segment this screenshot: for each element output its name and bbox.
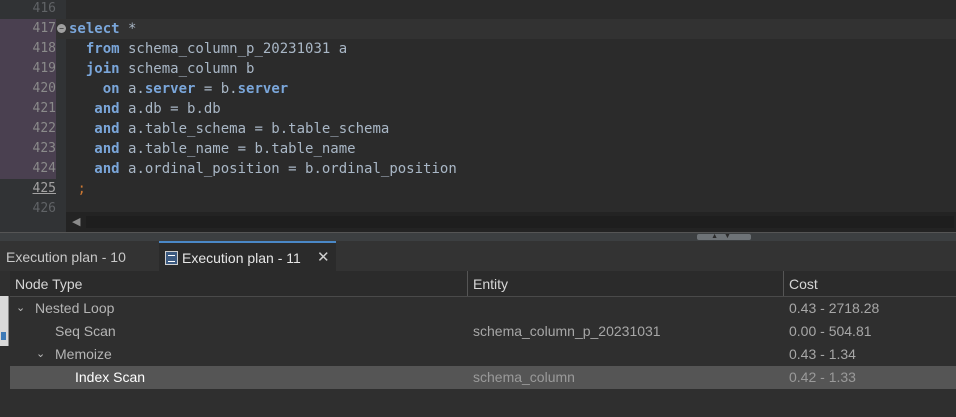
sql-keyword: and <box>94 161 120 177</box>
execution-plan-table: Node Type Entity Cost ⌄ Nested Loop 0.43 -… <box>0 271 956 417</box>
code-text: and a.ordinal_position = b.ordinal_posit… <box>69 159 457 179</box>
sql-keyword: and <box>94 141 120 157</box>
sql-keyword: join <box>85 61 120 77</box>
tab-label: Execution plan - 11 <box>182 250 301 266</box>
code-token: a.db = b.db <box>119 101 221 117</box>
scrollbar-thumb[interactable] <box>86 216 954 228</box>
sql-keyword: select <box>69 21 120 37</box>
table-header: Node Type Entity Cost <box>10 271 956 297</box>
line-number: 421 <box>0 99 56 119</box>
line-number: 417 <box>0 19 56 39</box>
cost-cell: 0.42 - 1.33 <box>789 369 856 385</box>
code-token: = b. <box>195 81 238 97</box>
sql-field: server <box>237 81 289 97</box>
cost-cell: 0.00 - 504.81 <box>789 323 872 339</box>
sql-keyword: on <box>102 81 120 97</box>
code-text: select * <box>69 19 136 39</box>
editor-horizontal-scrollbar[interactable]: ◀ <box>66 212 956 232</box>
line-number: 418 <box>0 39 56 59</box>
node-type-cell: Seq Scan <box>55 323 116 339</box>
sql-field: server <box>144 81 196 97</box>
line-number: 419 <box>0 59 56 79</box>
column-header-entity[interactable]: Entity <box>468 271 784 296</box>
cost-cell: 0.43 - 2718.28 <box>789 300 880 316</box>
code-line[interactable]: 424 and a.ordinal_position = b.ordinal_p… <box>0 159 956 179</box>
code-line[interactable]: 425 ; <box>0 179 956 199</box>
table-row[interactable]: Seq Scan schema_column_p_20231031 0.00 - 5… <box>10 320 956 343</box>
line-number: 424 <box>0 159 56 179</box>
column-header-node-type[interactable]: Node Type <box>10 271 468 296</box>
code-token: schema_column b <box>119 61 255 77</box>
sql-keyword: and <box>94 101 120 117</box>
code-line[interactable]: 422 and a.table_schema = b.table_schema <box>0 119 956 139</box>
cost-cell: 0.43 - 1.34 <box>789 346 856 362</box>
line-number: 416 <box>32 1 56 16</box>
table-row[interactable]: Index Scan schema_column 0.42 - 1.33 <box>10 366 956 389</box>
line-number: 422 <box>0 119 56 139</box>
node-type-cell: Memoize <box>55 346 112 362</box>
result-tab-bar: Execution plan - 10 Execution plan - 11 … <box>0 241 956 271</box>
splitter-grip-icon[interactable]: ▲▼ <box>697 233 751 240</box>
tab-execution-plan-10[interactable]: Execution plan - 10 <box>6 241 126 271</box>
table-row[interactable]: ⌄ Memoize 0.43 - 1.34 <box>10 343 956 366</box>
code-line[interactable]: 417− select * <box>0 19 956 39</box>
entity-cell: schema_column_p_20231031 <box>473 323 661 339</box>
code-line[interactable]: 423 and a.table_name = b.table_name <box>0 139 956 159</box>
execution-plan-icon <box>165 251 178 265</box>
chevron-down-icon[interactable]: ⌄ <box>36 343 45 366</box>
scroll-left-icon[interactable]: ◀ <box>72 215 80 228</box>
line-number: 423 <box>0 139 56 159</box>
code-text: join schema_column b <box>69 59 255 79</box>
code-token: ; <box>77 181 86 197</box>
code-token: a.ordinal_position = b.ordinal_position <box>119 161 457 177</box>
code-text: ; <box>69 179 86 199</box>
code-line[interactable]: 420 on a.server = b.server <box>0 79 956 99</box>
code-token: schema_column_p_20231031 a <box>119 41 348 57</box>
code-text: and a.table_name = b.table_name <box>69 139 356 159</box>
code-line[interactable]: 418 from schema_column_p_20231031 a <box>0 39 956 59</box>
column-header-cost[interactable]: Cost <box>784 271 956 296</box>
sql-keyword: from <box>85 41 120 57</box>
line-number: 426 <box>32 201 56 216</box>
code-token: * <box>119 21 137 37</box>
entity-cell: schema_column <box>473 369 575 385</box>
code-line[interactable]: 419 join schema_column b <box>0 59 956 79</box>
tab-execution-plan-11[interactable]: Execution plan - 11 ✕ <box>159 241 336 271</box>
code-token: a. <box>119 81 145 97</box>
code-text: and a.table_schema = b.table_schema <box>69 119 389 139</box>
code-line[interactable]: 416 <box>0 0 956 19</box>
code-token: a.table_name = b.table_name <box>119 141 356 157</box>
side-panel-toggle[interactable] <box>0 296 9 346</box>
code-line[interactable]: 421 and a.db = b.db <box>0 99 956 119</box>
code-text: and a.db = b.db <box>69 99 221 119</box>
code-token: a.table_schema = b.table_schema <box>119 121 390 137</box>
code-text: on a.server = b.server <box>69 79 288 99</box>
line-number: 425 <box>32 181 56 196</box>
sql-editor[interactable]: 416 417− select * 418 from schema_column_p_… <box>0 0 956 232</box>
chevron-down-icon[interactable]: ⌄ <box>16 297 25 320</box>
table-row[interactable]: ⌄ Nested Loop 0.43 - 2718.28 <box>10 297 956 320</box>
close-icon[interactable]: ✕ <box>317 243 330 273</box>
sql-keyword: and <box>94 121 120 137</box>
node-type-cell: Nested Loop <box>35 300 115 316</box>
panel-splitter[interactable]: ▲▼ <box>0 232 956 241</box>
code-text: from schema_column_p_20231031 a <box>69 39 347 59</box>
tab-label: Execution plan - 10 <box>6 249 126 265</box>
node-type-cell: Index Scan <box>75 369 146 385</box>
fold-toggle-icon[interactable]: − <box>57 24 66 33</box>
line-number: 420 <box>0 79 56 99</box>
